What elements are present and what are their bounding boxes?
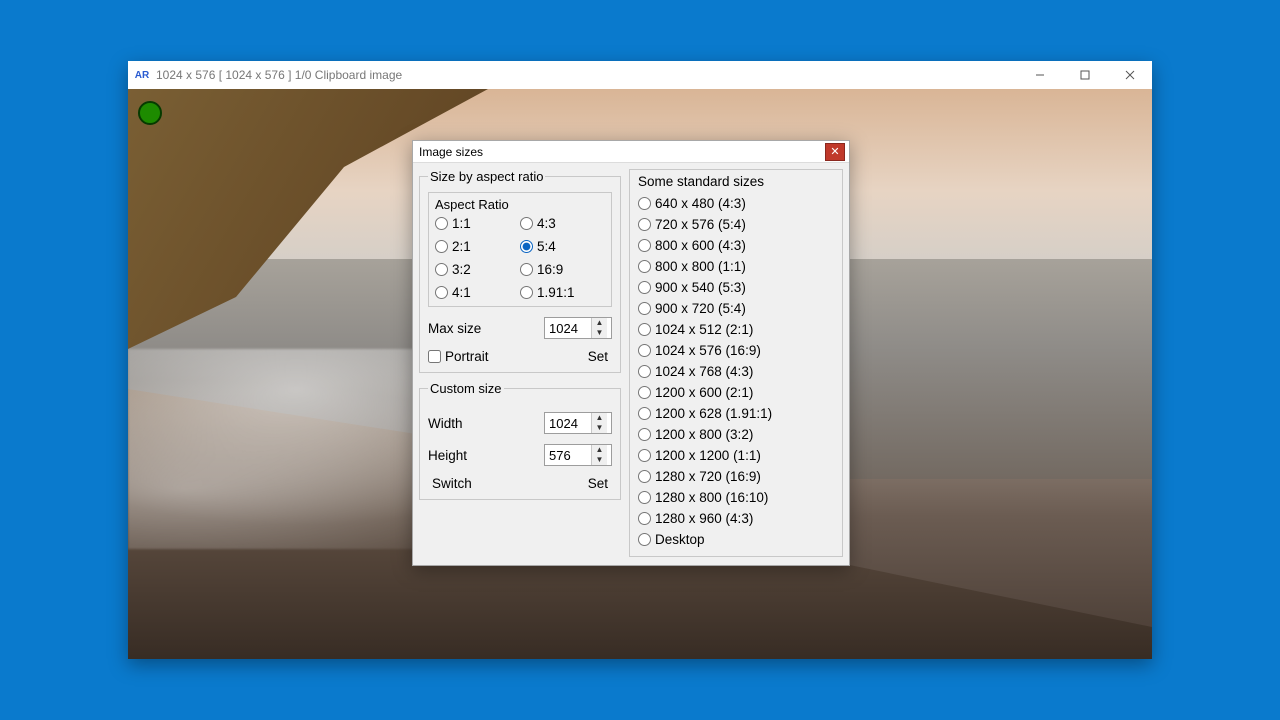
portrait-label: Portrait <box>445 349 489 364</box>
standard-size-label: 1200 x 600 (2:1) <box>655 385 753 400</box>
aspect-ratio-option-label: 3:2 <box>452 262 471 277</box>
standard-size-option[interactable]: 1280 x 960 (4:3) <box>638 508 834 529</box>
standard-sizes-group: Some standard sizes 640 x 480 (4:3) 720 x… <box>629 169 843 557</box>
aspect-ratio-subtitle: Aspect Ratio <box>435 197 605 212</box>
close-button[interactable] <box>1107 61 1152 89</box>
standard-size-option[interactable]: 640 x 480 (4:3) <box>638 193 834 214</box>
custom-size-legend: Custom size <box>428 381 504 396</box>
spinner-down-icon[interactable]: ▼ <box>592 455 607 465</box>
aspect-set-button[interactable]: Set <box>584 349 612 364</box>
aspect-ratio-group: Size by aspect ratio Aspect Ratio 1:1 4:3… <box>419 169 621 373</box>
standard-size-label: 900 x 720 (5:4) <box>655 301 746 316</box>
spinner-up-icon[interactable]: ▲ <box>592 445 607 455</box>
width-input[interactable] <box>545 413 591 433</box>
aspect-ratio-options: Aspect Ratio 1:1 4:3 2:1 5:4 3:2 16:9 4:1 1.91:… <box>428 192 612 307</box>
height-label: Height <box>428 448 467 463</box>
aspect-ratio-option-label: 1:1 <box>452 216 471 231</box>
standard-size-label: 1280 x 800 (16:10) <box>655 490 768 505</box>
portrait-checkbox[interactable]: Portrait <box>428 349 489 364</box>
standard-size-label: 1280 x 960 (4:3) <box>655 511 753 526</box>
minimize-button[interactable] <box>1017 61 1062 89</box>
spinner-down-icon[interactable]: ▼ <box>592 328 607 338</box>
standard-size-option[interactable]: 900 x 720 (5:4) <box>638 298 834 319</box>
aspect-ratio-option-label: 2:1 <box>452 239 471 254</box>
spinner-up-icon[interactable]: ▲ <box>592 318 607 328</box>
standard-size-label: 1024 x 576 (16:9) <box>655 343 761 358</box>
app-icon: AR <box>134 67 150 83</box>
aspect-ratio-option[interactable]: 1.91:1 <box>520 285 605 300</box>
standard-size-option[interactable]: 1200 x 1200 (1:1) <box>638 445 834 466</box>
standard-size-option[interactable]: 1024 x 576 (16:9) <box>638 340 834 361</box>
custom-size-group: Custom size Width ▲▼ Height ▲▼ <box>419 381 621 500</box>
standard-size-label: Desktop <box>655 532 705 547</box>
height-spinner[interactable]: ▲▼ <box>544 444 612 466</box>
maximize-button[interactable] <box>1062 61 1107 89</box>
aspect-ratio-option[interactable]: 4:3 <box>520 216 605 231</box>
standard-size-label: 640 x 480 (4:3) <box>655 196 746 211</box>
aspect-ratio-option[interactable]: 1:1 <box>435 216 520 231</box>
standard-size-option[interactable]: Desktop <box>638 529 834 550</box>
standard-size-label: 800 x 600 (4:3) <box>655 238 746 253</box>
standard-size-label: 900 x 540 (5:3) <box>655 280 746 295</box>
standard-size-label: 1200 x 800 (3:2) <box>655 427 753 442</box>
dialog-close-button[interactable]: ✕ <box>825 143 845 161</box>
standard-size-option[interactable]: 1200 x 600 (2:1) <box>638 382 834 403</box>
maxsize-spinner[interactable]: ▲▼ <box>544 317 612 339</box>
width-label: Width <box>428 416 463 431</box>
width-spinner[interactable]: ▲▼ <box>544 412 612 434</box>
standard-size-option[interactable]: 1200 x 800 (3:2) <box>638 424 834 445</box>
aspect-ratio-option-label: 16:9 <box>537 262 563 277</box>
aspect-ratio-legend: Size by aspect ratio <box>428 169 545 184</box>
aspect-ratio-option-label: 1.91:1 <box>537 285 575 300</box>
standard-size-option[interactable]: 1280 x 800 (16:10) <box>638 487 834 508</box>
window-title: 1024 x 576 [ 1024 x 576 ] 1/0 Clipboard … <box>156 68 402 82</box>
aspect-ratio-option-label: 5:4 <box>537 239 556 254</box>
aspect-ratio-option-label: 4:3 <box>537 216 556 231</box>
standard-size-option[interactable]: 1024 x 512 (2:1) <box>638 319 834 340</box>
standard-size-label: 1024 x 512 (2:1) <box>655 322 753 337</box>
standard-sizes-legend: Some standard sizes <box>638 174 834 189</box>
image-sizes-dialog: Image sizes ✕ Size by aspect ratio Aspec… <box>412 140 850 566</box>
titlebar[interactable]: AR 1024 x 576 [ 1024 x 576 ] 1/0 Clipboa… <box>128 61 1152 89</box>
aspect-ratio-option-label: 4:1 <box>452 285 471 300</box>
standard-size-option[interactable]: 1024 x 768 (4:3) <box>638 361 834 382</box>
aspect-ratio-option[interactable]: 3:2 <box>435 262 520 277</box>
maxsize-label: Max size <box>428 321 481 336</box>
standard-size-label: 1200 x 1200 (1:1) <box>655 448 761 463</box>
spinner-down-icon[interactable]: ▼ <box>592 423 607 433</box>
standard-size-option[interactable]: 1280 x 720 (16:9) <box>638 466 834 487</box>
standard-size-option[interactable]: 900 x 540 (5:3) <box>638 277 834 298</box>
standard-size-label: 800 x 800 (1:1) <box>655 259 746 274</box>
height-input[interactable] <box>545 445 591 465</box>
maxsize-input[interactable] <box>545 318 591 338</box>
standard-size-label: 1024 x 768 (4:3) <box>655 364 753 379</box>
dialog-titlebar[interactable]: Image sizes ✕ <box>413 141 849 163</box>
custom-set-button[interactable]: Set <box>584 476 612 491</box>
aspect-ratio-option[interactable]: 2:1 <box>435 239 520 254</box>
switch-button[interactable]: Switch <box>428 476 476 491</box>
standard-size-label: 1200 x 628 (1.91:1) <box>655 406 772 421</box>
standard-size-option[interactable]: 1200 x 628 (1.91:1) <box>638 403 834 424</box>
spinner-up-icon[interactable]: ▲ <box>592 413 607 423</box>
standard-size-label: 720 x 576 (5:4) <box>655 217 746 232</box>
standard-size-option[interactable]: 800 x 800 (1:1) <box>638 256 834 277</box>
standard-size-option[interactable]: 800 x 600 (4:3) <box>638 235 834 256</box>
dialog-title: Image sizes <box>419 145 483 159</box>
marker-dot[interactable] <box>138 101 162 125</box>
aspect-ratio-option[interactable]: 4:1 <box>435 285 520 300</box>
standard-size-label: 1280 x 720 (16:9) <box>655 469 761 484</box>
standard-size-option[interactable]: 720 x 576 (5:4) <box>638 214 834 235</box>
aspect-ratio-option[interactable]: 5:4 <box>520 239 605 254</box>
aspect-ratio-option[interactable]: 16:9 <box>520 262 605 277</box>
